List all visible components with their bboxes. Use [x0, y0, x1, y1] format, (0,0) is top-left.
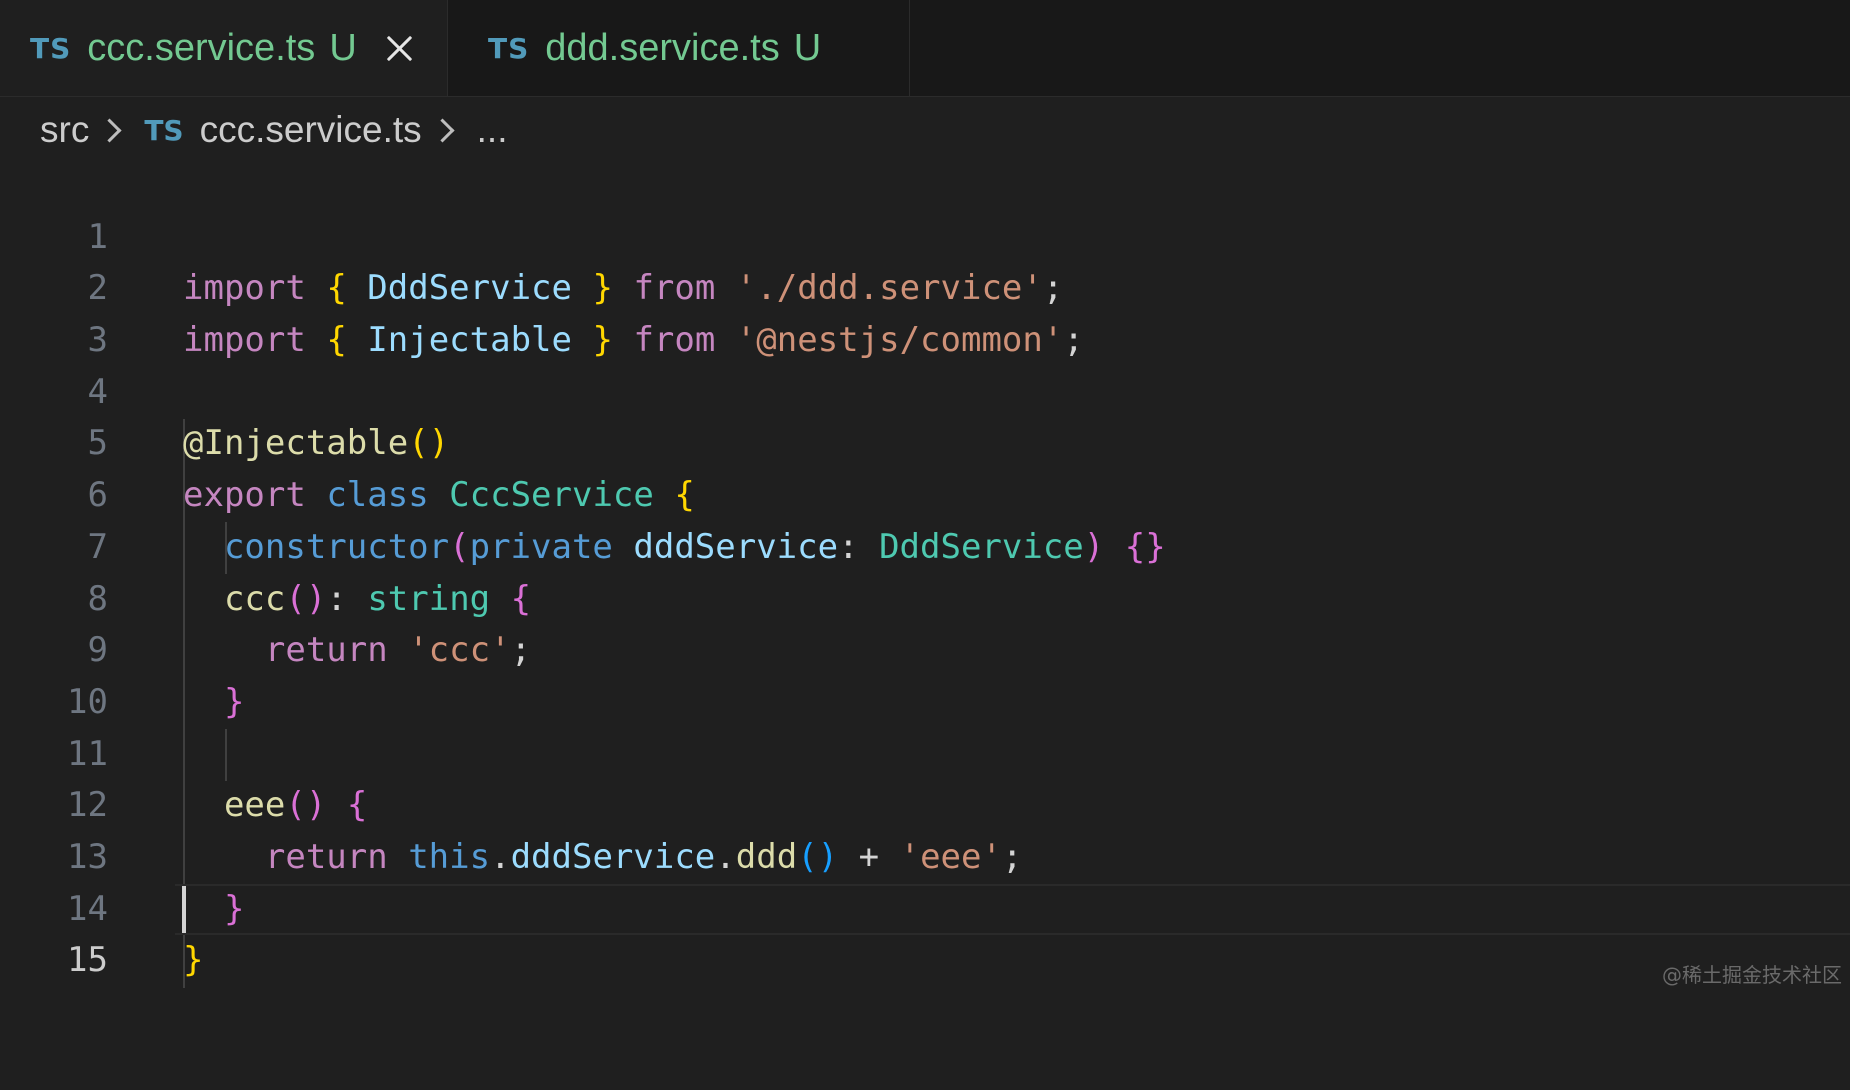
- typescript-file-icon: TS: [144, 113, 184, 147]
- code-line[interactable]: 8 return 'ccc';: [0, 522, 1850, 671]
- code-line[interactable]: 3: [0, 263, 1850, 360]
- code-line[interactable]: 13 }: [0, 780, 1850, 929]
- untracked-status-badge: U: [793, 26, 822, 69]
- code-line[interactable]: 4 @Injectable(): [0, 315, 1850, 464]
- typescript-file-icon: TS: [30, 31, 72, 65]
- tab-label: ccc.service.ts: [87, 26, 316, 69]
- breadcrumb-symbols[interactable]: ...: [477, 109, 508, 151]
- code-line[interactable]: 2 import { Injectable } from '@nestjs/co…: [0, 212, 1850, 360]
- close-icon[interactable]: [383, 31, 417, 65]
- code-line[interactable]: 11 eee() {: [0, 677, 1850, 826]
- untracked-status-badge: U: [329, 26, 357, 69]
- tab-ccc-service[interactable]: TS ccc.service.ts U: [0, 0, 448, 96]
- text-cursor: [182, 884, 186, 935]
- code-line[interactable]: 9 }: [0, 574, 1850, 722]
- chevron-right-icon: [97, 117, 122, 143]
- code-line[interactable]: 6 constructor(private dddService: DddSer…: [0, 418, 1850, 567]
- chevron-right-icon: [430, 117, 455, 143]
- breadcrumb-folder[interactable]: src: [40, 109, 89, 151]
- tab-ddd-service[interactable]: TS ddd.service.ts U: [448, 0, 910, 96]
- typescript-file-icon: TS: [488, 31, 530, 65]
- breadcrumb: src TS ccc.service.ts ...: [40, 104, 507, 156]
- editor-tab-bar: TS ccc.service.ts U TS ddd.service.ts U: [0, 0, 1850, 97]
- code-editor[interactable]: 1 import { DddService } from './ddd.serv…: [0, 160, 1850, 988]
- code-line[interactable]: 14 }: [0, 832, 1850, 981]
- code-line[interactable]: 5 export class CccService {: [0, 367, 1850, 515]
- line-number: 15: [67, 940, 108, 981]
- watermark: @稀土掘金技术社区: [1662, 963, 1842, 987]
- code-line[interactable]: 10: [0, 625, 1850, 722]
- code-line[interactable]: 7 ccc(): string {: [0, 470, 1850, 619]
- code-line[interactable]: 1 import { DddService } from './ddd.serv…: [0, 160, 1850, 309]
- code-line[interactable]: 12 return this.dddService.ddd() + 'eee';: [0, 729, 1850, 877]
- breadcrumb-file[interactable]: ccc.service.ts: [200, 109, 422, 151]
- code-line-current[interactable]: 15: [0, 883, 1850, 980]
- tab-label: ddd.service.ts: [545, 26, 780, 69]
